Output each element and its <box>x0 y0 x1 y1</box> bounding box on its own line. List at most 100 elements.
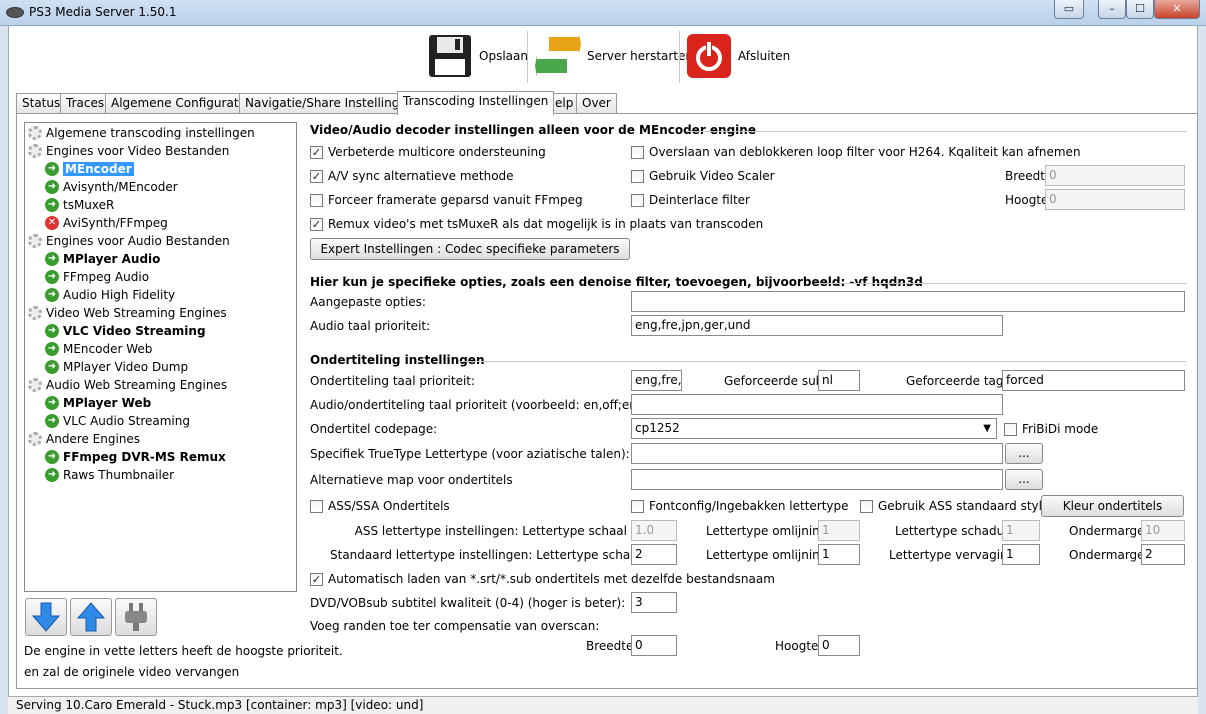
tree-item[interactable]: Audio Web Streaming Engines <box>28 376 227 394</box>
check-icon: ➜ <box>45 468 59 482</box>
tree-item[interactable]: ➜ Raws Thumbnailer <box>45 466 174 484</box>
remux-tsmuxer-checkbox[interactable]: ✓ Remux video's met tsMuxeR als dat mogel… <box>310 217 763 231</box>
ass-shadow-label: Lettertype schaduw <box>895 524 1015 538</box>
std-margin-input[interactable]: 2 <box>1141 544 1185 565</box>
subtitle-language-input[interactable]: eng,fre,j <box>631 370 682 391</box>
overscan-height-input[interactable]: 0 <box>818 635 860 656</box>
tab-traces[interactable]: Traces <box>60 93 111 114</box>
tree-item[interactable]: Andere Engines <box>28 430 140 448</box>
browse-folder-button[interactable]: ... <box>1005 469 1043 490</box>
tree-item[interactable]: ➜ Avisynth/MEncoder <box>45 178 178 196</box>
tree-item-label: MEncoder <box>63 162 134 176</box>
tree-item[interactable]: ➜ FFmpeg Audio <box>45 268 149 286</box>
shutdown-button[interactable]: Afsluiten <box>686 33 790 79</box>
audio-subtitle-priority-input[interactable] <box>631 394 1003 415</box>
audio-language-input[interactable]: eng,fre,jpn,ger,und <box>631 315 1003 336</box>
av-sync-checkbox[interactable]: ✓ A/V sync alternatieve methode <box>310 169 514 183</box>
tab-about[interactable]: Over <box>576 93 617 114</box>
engine-tree[interactable]: Algemene transcoding instellingen Engines… <box>24 122 297 592</box>
tree-item-label: Algemene transcoding instellingen <box>46 126 255 140</box>
truetype-font-input[interactable] <box>631 443 1003 464</box>
section-divider <box>815 283 1186 284</box>
tree-item[interactable]: ✕ AviSynth/FFmpeg <box>45 214 168 232</box>
tree-item[interactable]: Video Web Streaming Engines <box>28 304 227 322</box>
save-button[interactable]: Opslaan <box>427 33 528 79</box>
tree-item-label: FFmpeg Audio <box>63 270 150 284</box>
minimize-icon[interactable]: – <box>1098 0 1126 19</box>
fribidi-checkbox[interactable]: FriBiDi mode <box>1004 422 1098 436</box>
scaler-width-input[interactable]: 0 <box>1045 165 1185 186</box>
fontconfig-checkbox[interactable]: Fontconfig/Ingebakken lettertype <box>631 499 849 513</box>
title-bar[interactable]: PS3 Media Server 1.50.1 <box>0 0 1206 26</box>
tab-status[interactable]: Status <box>16 93 67 114</box>
tree-item[interactable]: ➜ MEncoder <box>45 160 134 178</box>
tree-item[interactable]: ➜ MPlayer Audio <box>45 250 160 268</box>
tree-item[interactable]: ➜ Audio High Fidelity <box>45 286 175 304</box>
forced-sub-input[interactable]: nl <box>818 370 860 391</box>
maximize-icon[interactable]: ☐ <box>1126 0 1154 19</box>
multicore-checkbox[interactable]: ✓ Verbeterde multicore ondersteuning <box>310 145 546 159</box>
subtitle-color-button[interactable]: Kleur ondertitels <box>1041 495 1184 517</box>
scaler-height-input[interactable]: 0 <box>1045 189 1185 210</box>
browse-font-button[interactable]: ... <box>1005 443 1043 464</box>
ass-subtitles-label: ASS/SSA Ondertitels <box>328 499 450 513</box>
tree-item[interactable]: ➜ MPlayer Video Dump <box>45 358 188 376</box>
scaler-height-label: Hoogte <box>1005 193 1049 207</box>
tree-item-label: MEncoder Web <box>63 342 153 356</box>
autoload-subtitles-label: Automatisch laden van *.srt/*.sub ondert… <box>328 572 775 586</box>
tree-item[interactable]: ➜ VLC Video Streaming <box>45 322 206 340</box>
ass-shadow-input[interactable]: 1 <box>1002 520 1040 541</box>
video-scaler-checkbox[interactable]: Gebruik Video Scaler <box>631 169 775 183</box>
close-icon[interactable]: ✕ <box>1154 0 1200 19</box>
restore-screen-icon[interactable]: ▭ <box>1054 0 1084 19</box>
custom-options-input[interactable] <box>631 291 1185 312</box>
tree-item[interactable]: ➜ tsMuxeR <box>45 196 114 214</box>
tree-item[interactable]: ➜ MEncoder Web <box>45 340 152 358</box>
force-framerate-checkbox[interactable]: Forceer framerate geparsd vanuit FFmpeg <box>310 193 583 207</box>
codepage-select[interactable]: cp1252 ▼ <box>631 418 997 439</box>
arrow-up-icon <box>77 602 105 632</box>
dvd-quality-label: DVD/VOBsub subtitel kwaliteit (0-4) (hog… <box>310 596 626 610</box>
checkbox-box <box>860 499 873 513</box>
restart-server-button[interactable]: Server herstarten <box>535 33 693 79</box>
dvd-quality-input[interactable]: 3 <box>631 592 677 613</box>
tree-item-label: FFmpeg DVR-MS Remux <box>63 450 226 464</box>
ass-default-style-checkbox[interactable]: Gebruik ASS standaard style <box>860 499 1049 513</box>
tab-general-config[interactable]: Algemene Configuratie <box>105 93 256 114</box>
tab-navigation-share[interactable]: Navigatie/Share Instellingen <box>239 93 421 114</box>
section-divider <box>459 361 1186 362</box>
audio-subtitle-priority-label: Audio/ondertiteling taal prioriteit (voo… <box>310 398 669 412</box>
check-icon: ➜ <box>45 360 59 374</box>
std-font-scale-input[interactable]: 2 <box>631 544 677 565</box>
ass-font-scale-input[interactable]: 1.0 <box>631 520 677 541</box>
check-icon: ➜ <box>45 270 59 284</box>
skip-loop-filter-checkbox[interactable]: Overslaan van deblokkeren loop filter vo… <box>631 145 1081 159</box>
checkbox-box: ✓ <box>310 169 323 183</box>
check-icon: ➜ <box>45 162 59 176</box>
tree-item[interactable]: Engines voor Video Bestanden <box>28 142 229 160</box>
std-blur-input[interactable]: 1 <box>1002 544 1040 565</box>
tab-transcoding[interactable]: Transcoding Instellingen <box>397 91 555 115</box>
std-outline-input[interactable]: 1 <box>818 544 860 565</box>
overscan-width-input[interactable]: 0 <box>631 635 677 656</box>
tree-item[interactable]: ➜ VLC Audio Streaming <box>45 412 190 430</box>
deinterlace-checkbox[interactable]: Deinterlace filter <box>631 193 750 207</box>
tree-item[interactable]: ➜ MPlayer Web <box>45 394 151 412</box>
ass-subtitles-checkbox[interactable]: ASS/SSA Ondertitels <box>310 499 450 513</box>
tree-item[interactable]: Algemene transcoding instellingen <box>28 124 255 142</box>
tree-item[interactable]: Engines voor Audio Bestanden <box>28 232 230 250</box>
ass-outline-input[interactable]: 1 <box>818 520 860 541</box>
move-up-button[interactable] <box>70 598 112 636</box>
ass-margin-input[interactable]: 10 <box>1141 520 1185 541</box>
std-blur-label: Lettertype vervaging <box>889 548 1016 562</box>
tree-item-label: Audio High Fidelity <box>63 288 176 302</box>
tree-item-label: Video Web Streaming Engines <box>46 306 227 320</box>
expert-settings-button[interactable]: Expert Instellingen : Codec specifieke p… <box>310 238 630 260</box>
move-down-button[interactable] <box>25 598 67 636</box>
forced-tags-input[interactable]: forced <box>1002 370 1185 391</box>
autoload-subtitles-checkbox[interactable]: ✓ Automatisch laden van *.srt/*.sub onder… <box>310 572 775 586</box>
alt-subtitle-folder-input[interactable] <box>631 469 1003 490</box>
toggle-engine-button[interactable] <box>115 598 157 636</box>
tree-item[interactable]: ➜ FFmpeg DVR-MS Remux <box>45 448 226 466</box>
section-header-custom: Hier kun je specifieke opties, zoals een… <box>310 275 923 289</box>
